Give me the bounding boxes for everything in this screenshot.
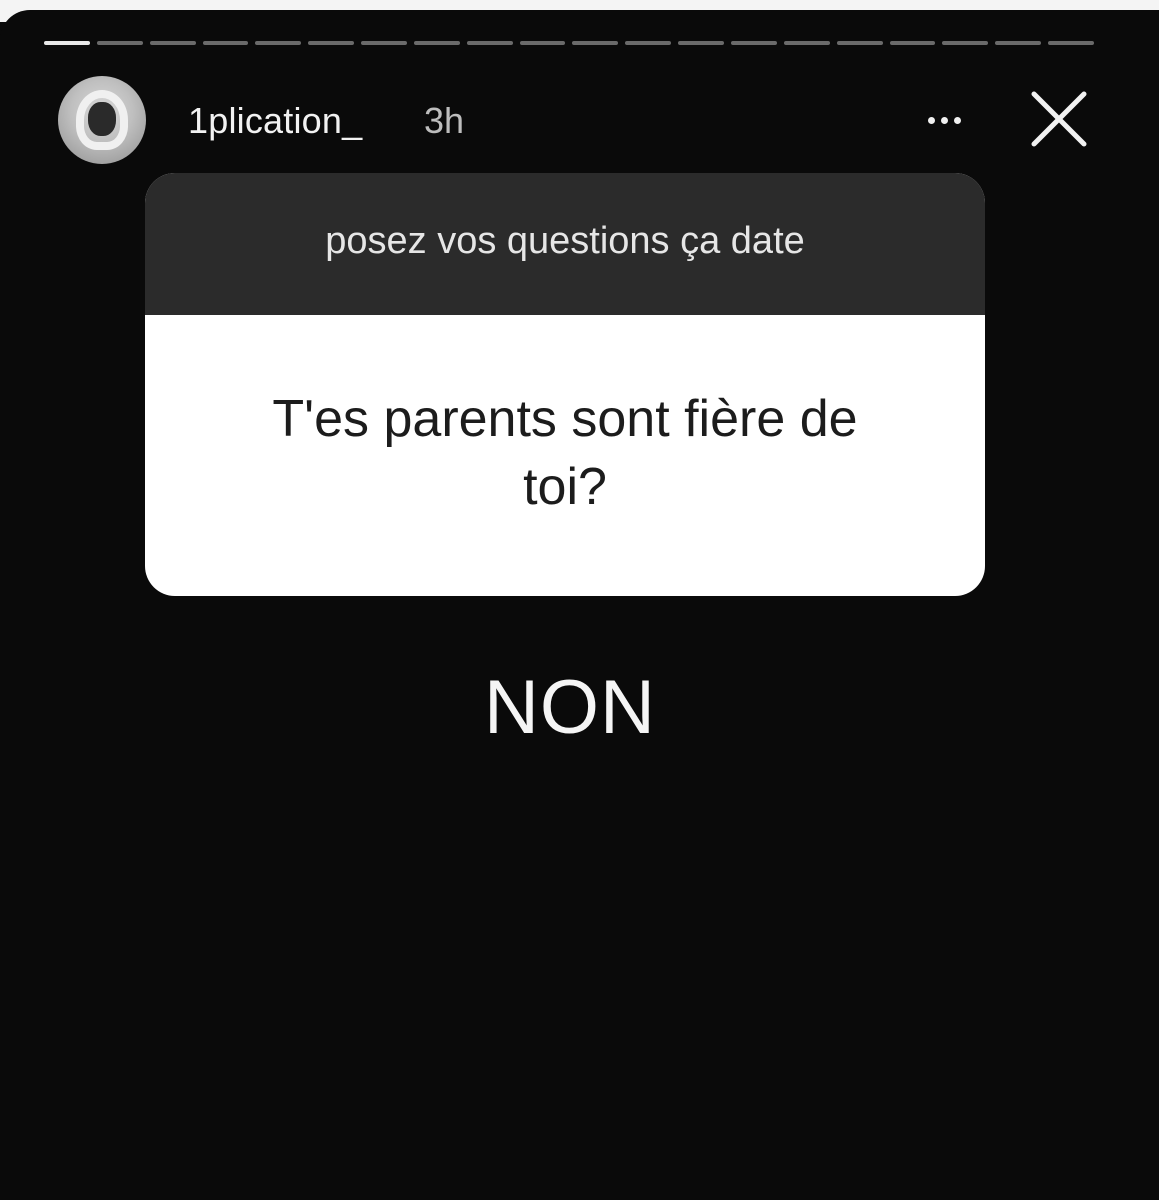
progress-segment xyxy=(519,41,566,45)
question-sticker-header: posez vos questions ça date xyxy=(145,173,985,315)
more-options-button[interactable] xyxy=(914,100,974,140)
progress-segment xyxy=(202,41,249,45)
progress-segment xyxy=(96,41,143,45)
progress-segment xyxy=(836,41,883,45)
more-horizontal-icon xyxy=(927,116,935,124)
username[interactable]: 1plication_ xyxy=(188,100,362,142)
progress-segment xyxy=(308,41,355,45)
progress-segment xyxy=(44,41,90,45)
progress-segment xyxy=(730,41,777,45)
more-horizontal-icon-dot xyxy=(953,116,961,124)
question-sticker[interactable]: posez vos questions ça date T'es parents… xyxy=(145,173,985,596)
answer-text: NON xyxy=(484,665,656,750)
question-prompt: posez vos questions ça date xyxy=(325,219,805,262)
story-progress-bar xyxy=(44,41,1094,45)
progress-segment xyxy=(413,41,460,45)
progress-segment xyxy=(466,41,513,45)
progress-segment xyxy=(149,41,196,45)
progress-segment xyxy=(678,41,724,45)
avatar-face-shape xyxy=(88,102,116,136)
progress-segment xyxy=(625,41,672,45)
progress-segment xyxy=(783,41,830,45)
progress-segment xyxy=(995,41,1042,45)
story-timestamp: 3h xyxy=(424,100,465,141)
question-sticker-body: T'es parents sont fière de toi? xyxy=(145,315,985,596)
progress-segment xyxy=(1048,41,1094,45)
progress-segment xyxy=(572,41,619,45)
progress-segment xyxy=(889,41,936,45)
avatar[interactable] xyxy=(58,76,146,164)
question-text: T'es parents sont fière de toi? xyxy=(272,389,858,516)
more-horizontal-icon-dot xyxy=(940,116,948,124)
close-button[interactable] xyxy=(1026,86,1092,152)
story-header: 1plication_ 3h xyxy=(58,74,1098,164)
progress-segment xyxy=(361,41,407,45)
progress-segment xyxy=(942,41,989,45)
story-viewer: 1plication_ 3h posez vos questions ça da… xyxy=(0,0,1159,1200)
close-icon xyxy=(1031,91,1087,147)
progress-segment xyxy=(255,41,302,45)
